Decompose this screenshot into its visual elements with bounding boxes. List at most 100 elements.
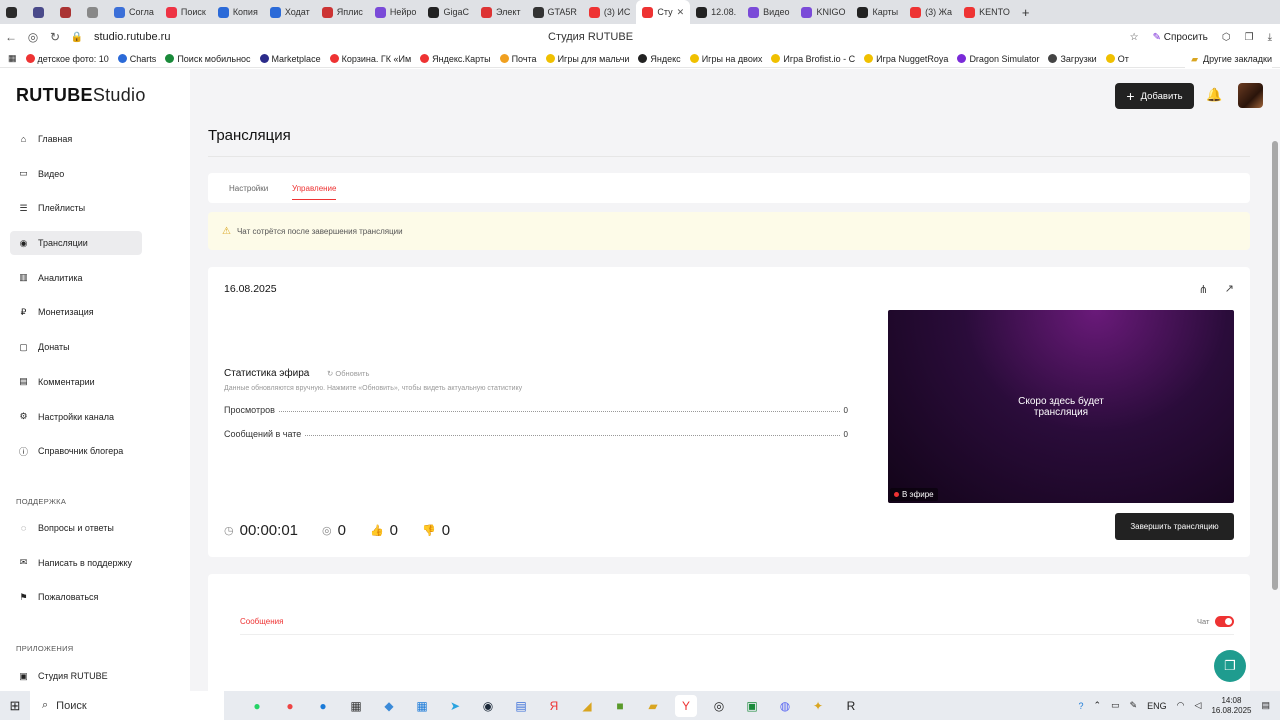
bookmark-item[interactable]: Charts (117, 54, 156, 64)
browser-tab[interactable]: Ходат (264, 1, 316, 23)
download-icon[interactable]: ⤓ (1268, 32, 1272, 43)
explorer-app-icon[interactable]: ◆ (378, 695, 400, 717)
bookmark-item[interactable]: Корзина. ГК «Им (329, 54, 411, 64)
bookmark-item[interactable]: Яндекс (638, 54, 681, 64)
browser-tab[interactable] (0, 1, 27, 23)
whatsapp-icon[interactable]: ● (246, 695, 268, 717)
sidebar-item[interactable]: ✉ Написать в поддержку (10, 551, 142, 575)
notifications-tray-icon[interactable]: ▤ (1261, 700, 1270, 711)
bookmark-item[interactable]: Игры для мальчи (545, 54, 629, 64)
wifi-icon[interactable]: ◠ (1177, 700, 1185, 711)
calendar-icon[interactable]: ▦ (411, 695, 433, 717)
extensions-icon[interactable]: ⬡ (1222, 32, 1231, 43)
browser-tab[interactable]: Карты (851, 1, 904, 23)
add-button[interactable]: + Добавить (1115, 83, 1194, 109)
browser-tab[interactable]: KNIGO (795, 1, 851, 23)
edge-icon[interactable]: ● (312, 695, 334, 717)
open-external-icon[interactable]: ↗ (1225, 282, 1234, 295)
help-chat-button[interactable]: ❐ (1214, 650, 1246, 682)
bookmark-item[interactable]: От (1105, 54, 1129, 64)
sidebar-item[interactable]: ☰ Плейлисты (10, 196, 142, 220)
sidebar-item[interactable]: ▥ Аналитика (10, 266, 142, 290)
sidebar-item[interactable]: ⚙ Настройки канала (10, 405, 142, 429)
bookmark-item[interactable]: Поиск мобильнос (165, 54, 251, 64)
bookmark-icon[interactable]: ☆ (1130, 32, 1139, 43)
other-bookmarks[interactable]: ▰ Другие закладки (1185, 50, 1272, 68)
calculator-icon[interactable]: ▤ (510, 695, 532, 717)
browser-tab[interactable] (27, 1, 54, 23)
browser-tab[interactable]: GTA5R (527, 1, 583, 23)
new-tab-icon[interactable]: + (1016, 1, 1036, 23)
sidebar-item[interactable]: ₽ Монетизация (10, 300, 142, 324)
refresh-button[interactable]: ↻ Обновить (327, 369, 369, 378)
back-icon[interactable]: ← (0, 30, 22, 44)
browser-tab[interactable]: GigaC (422, 1, 475, 23)
bookmark-item[interactable]: Marketplace (259, 54, 321, 64)
end-broadcast-button[interactable]: Завершить трансляцию (1115, 513, 1234, 540)
sidebar-item[interactable]: ⚑ Пожаловаться (10, 585, 142, 609)
volume-icon[interactable]: ◁ (1195, 700, 1202, 711)
sidebar-item[interactable]: ▢ Донаты (10, 335, 142, 359)
taskbar-clock[interactable]: 14:08 16.08.2025 (1211, 696, 1251, 716)
file-explorer-icon[interactable]: ▰ (642, 695, 664, 717)
browser-tab[interactable]: Видео (742, 1, 795, 23)
browser-tab[interactable]: (3) Жа (904, 1, 958, 23)
app-red-icon[interactable]: ● (279, 695, 301, 717)
share-icon[interactable]: ⋔ (1199, 283, 1208, 296)
app-yellow-icon[interactable]: ◢ (576, 695, 598, 717)
close-tab-icon[interactable]: ✕ (677, 7, 685, 18)
tab-management[interactable]: Управление (292, 184, 337, 200)
language-indicator[interactable]: ENG (1147, 701, 1167, 711)
browser-tab[interactable]: Нейро (369, 1, 423, 23)
browser-tab[interactable]: Сту ✕ (636, 0, 691, 24)
network-icon[interactable]: ▭ (1111, 700, 1120, 711)
chat-toggle[interactable] (1215, 616, 1234, 627)
telegram-icon[interactable]: ➤ (444, 695, 466, 717)
help-tray-icon[interactable]: ? (1079, 701, 1084, 711)
windows-start-icon[interactable]: ⊞ (0, 698, 30, 714)
page-scrollbar[interactable] (1272, 141, 1278, 590)
bookmark-item[interactable]: Игра NuggetRoya (864, 54, 948, 64)
reload-icon[interactable]: ↻ (44, 30, 66, 44)
sidebar-item[interactable]: ⌂ Главная (10, 127, 142, 151)
rutube-app-icon[interactable]: R (840, 695, 862, 717)
browser-tab[interactable]: 12.08. (690, 1, 742, 23)
browser-tab[interactable] (54, 1, 81, 23)
ask-button[interactable]: ✎ Спросить (1153, 32, 1208, 43)
browser-tab[interactable]: KENTO (958, 1, 1016, 23)
notifications-bell-icon[interactable]: 🔔 (1206, 87, 1222, 103)
tab-settings[interactable]: Настройки (229, 184, 268, 193)
avatar[interactable] (1238, 83, 1263, 108)
yandex-browser-icon[interactable]: Y (675, 694, 697, 717)
show-hidden-icon[interactable]: ⌃ (1094, 700, 1102, 711)
bookmark-item[interactable]: Почта (499, 54, 537, 64)
browser-tab[interactable]: (3) ИС (583, 1, 636, 23)
browser-tab[interactable]: Согла (108, 1, 160, 23)
pen-icon[interactable]: ✎ (1130, 700, 1138, 711)
sidebar-item[interactable]: ▭ Видео (10, 162, 142, 186)
browser-tab[interactable] (81, 1, 108, 23)
video-player[interactable]: Скоро здесь будет трансляция В эфире (888, 310, 1234, 503)
bookmark-item[interactable]: Загрузки (1048, 54, 1097, 64)
obs-icon[interactable]: ◎ (708, 695, 730, 717)
bookmark-item[interactable]: Игры на двоих (689, 54, 762, 64)
collections-icon[interactable]: ❐ (1245, 32, 1254, 43)
rutube-studio-logo[interactable]: RUTUBEStudio (16, 85, 146, 106)
tab-messages[interactable]: Сообщения (240, 617, 283, 626)
browser-tab[interactable]: Поиск (160, 1, 212, 23)
taskbar-search[interactable]: ⌕ Поиск (30, 691, 224, 720)
store-icon[interactable]: ▦ (345, 695, 367, 717)
app-star-icon[interactable]: ✦ (807, 695, 829, 717)
sidebar-item[interactable]: ⓘ Справочник блогера (10, 439, 142, 463)
steam-icon[interactable]: ◉ (477, 695, 499, 717)
browser-tab[interactable]: Яплис (316, 1, 369, 23)
app-green-icon[interactable]: ▣ (741, 695, 763, 717)
discord-icon[interactable]: ◍ (774, 695, 796, 717)
browser-tab[interactable]: Копия (212, 1, 264, 23)
url-field[interactable]: studio.rutube.ru (94, 31, 170, 43)
bookmark-item[interactable]: детское фото: 10 (25, 54, 109, 64)
sidebar-item[interactable]: ▣ Студия RUTUBE (10, 664, 142, 688)
minecraft-icon[interactable]: ■ (609, 695, 631, 717)
bookmark-item[interactable]: Игра Brofist.io - С (771, 54, 855, 64)
apps-grid-icon[interactable]: ▦ (8, 53, 17, 64)
